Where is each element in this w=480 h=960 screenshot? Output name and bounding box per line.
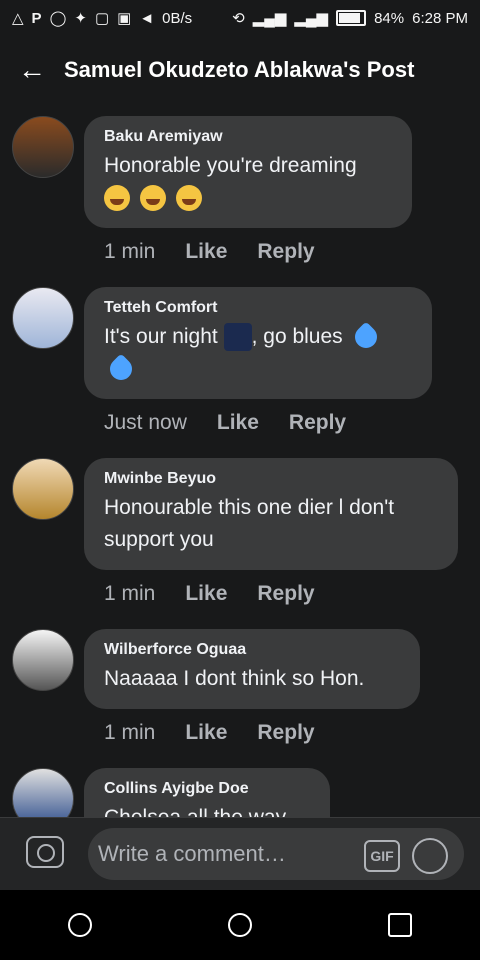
comment-meta: 1 min Like Reply	[104, 721, 315, 745]
comment-bubble[interactable]: Wilberforce Oguaa Naaaaa I dont think so…	[84, 629, 420, 709]
comment-text: Chelsea all the way	[104, 802, 310, 817]
reply-button[interactable]: Reply	[257, 582, 314, 606]
comment-meta: 1 min Like Reply	[104, 582, 315, 606]
clock: 6:28 PM	[412, 9, 468, 27]
p-icon: P	[31, 9, 42, 27]
emoji-icon[interactable]	[412, 838, 448, 874]
signal-icon-2: ▂▄▆	[294, 10, 329, 27]
header: ← Samuel Okudzeto Ablakwa's Post	[0, 36, 480, 104]
lock-icon: ▣	[117, 10, 132, 27]
comment-bubble[interactable]: Tetteh Comfort It's our night , go blues	[84, 287, 432, 399]
avatar[interactable]	[12, 768, 74, 817]
status-bar: △ P ◯ ✦ ▢ ▣ ◄ 0B/s ⟲ ▂▄▆ ▂▄▆ 84% 6:28 PM	[0, 0, 480, 36]
image-icon: ▢	[94, 10, 110, 27]
comment-bubble[interactable]: Baku Aremiyaw Honorable you're dreaming	[84, 116, 412, 228]
comment-input[interactable]: Write a comment… GIF	[88, 828, 464, 880]
comment-author[interactable]: Tetteh Comfort	[104, 299, 412, 317]
avatar[interactable]	[12, 629, 74, 691]
comment-author[interactable]: Baku Aremiyaw	[104, 128, 392, 146]
laughing-emoji-icon	[104, 185, 130, 212]
alert-icon: △	[12, 10, 24, 27]
comment-meta: 1 min Like Reply	[104, 240, 315, 264]
twitter-icon: ✦	[74, 10, 87, 27]
avatar[interactable]	[12, 458, 74, 520]
page-title: Samuel Okudzeto Ablakwa's Post	[64, 57, 415, 82]
comment-composer: Write a comment… GIF	[0, 817, 480, 891]
camera-icon[interactable]	[26, 836, 64, 868]
laughing-emoji-icon	[139, 185, 166, 212]
blue-heart-icon	[349, 321, 382, 354]
comment-bubble[interactable]: Collins Ayigbe Doe Chelsea all the way	[84, 768, 330, 817]
recents-icon[interactable]	[68, 913, 92, 937]
android-nav-bar	[0, 890, 480, 960]
reply-button[interactable]: Reply	[289, 411, 346, 435]
comment-text: Naaaaa I dont think so Hon.	[104, 667, 365, 690]
back-icon[interactable]	[388, 913, 412, 937]
blue-heart-icon	[105, 353, 137, 386]
reply-button[interactable]: Reply	[257, 240, 314, 264]
whatsapp-icon: ◯	[49, 10, 67, 27]
laughing-emoji-icon	[175, 185, 202, 212]
like-button[interactable]: Like	[185, 240, 227, 264]
comment-author[interactable]: Mwinbe Beyuo	[104, 470, 438, 488]
comment-author[interactable]: Wilberforce Oguaa	[104, 641, 400, 659]
comment-item: Collins Ayigbe Doe Chelsea all the way	[0, 768, 480, 817]
comment-text: Honorable you're dreaming	[104, 150, 392, 214]
night-city-emoji-icon	[223, 323, 252, 352]
comment-time: 1 min	[104, 582, 156, 605]
comment-meta: Just now Like Reply	[104, 411, 346, 435]
home-icon[interactable]	[228, 913, 252, 937]
comment-text: It's our night , go blues	[104, 321, 412, 386]
like-button[interactable]: Like	[185, 721, 227, 745]
reply-button[interactable]: Reply	[257, 721, 314, 745]
back-arrow-icon[interactable]: ←	[0, 54, 64, 86]
comment-bubble[interactable]: Mwinbe Beyuo Honourable this one dier l …	[84, 458, 458, 570]
rotation-icon: ⟲	[232, 10, 245, 27]
status-right: ⟲ ▂▄▆ ▂▄▆ 84% 6:28 PM	[232, 9, 468, 28]
like-button[interactable]: Like	[217, 411, 259, 435]
comment-time: 1 min	[104, 240, 156, 263]
battery-percent: 84%	[374, 9, 405, 27]
network-speed: 0B/s	[162, 9, 193, 27]
telegram-icon: ◄	[139, 9, 155, 27]
comment-time: 1 min	[104, 721, 156, 744]
comment-placeholder: Write a comment…	[98, 841, 286, 866]
battery-icon	[336, 10, 367, 26]
comment-time: Just now	[104, 411, 187, 434]
gif-button[interactable]: GIF	[364, 840, 400, 872]
signal-icon-1: ▂▄▆	[252, 10, 287, 27]
like-button[interactable]: Like	[185, 582, 227, 606]
avatar[interactable]	[12, 116, 74, 178]
comment-author[interactable]: Collins Ayigbe Doe	[104, 780, 310, 798]
comment-text: Honourable this one dier l don't support…	[104, 496, 395, 551]
status-icons: △ P ◯ ✦ ▢ ▣ ◄ 0B/s	[12, 9, 193, 28]
avatar[interactable]	[12, 287, 74, 349]
